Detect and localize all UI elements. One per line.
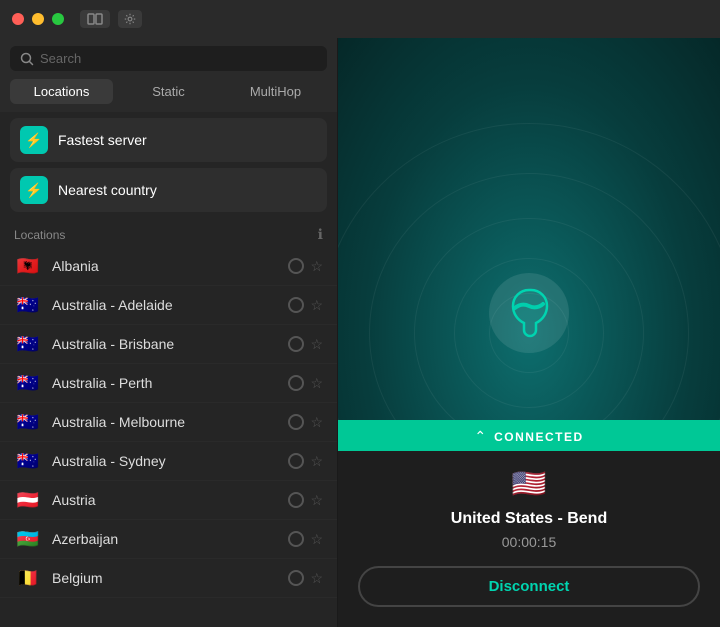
sidebar: Locations Static MultiHop ⚡ Fastest serv… <box>0 38 338 627</box>
favorite-star[interactable]: ☆ <box>310 492 323 509</box>
tab-locations[interactable]: Locations <box>10 79 113 104</box>
logo-background <box>489 273 569 353</box>
location-list: 🇦🇱 Albania ☆ 🇦🇺 Australia - Adelaide ☆ 🇦… <box>0 247 337 627</box>
select-radio[interactable] <box>288 414 304 430</box>
flag-au-brisbane: 🇦🇺 <box>14 334 42 354</box>
select-radio[interactable] <box>288 258 304 274</box>
location-name: Australia - Melbourne <box>52 414 278 430</box>
search-icon <box>20 52 34 66</box>
favorite-star[interactable]: ☆ <box>310 531 323 548</box>
list-item[interactable]: 🇦🇿 Azerbaijan ☆ <box>0 520 337 559</box>
favorite-star[interactable]: ☆ <box>310 453 323 470</box>
location-actions: ☆ <box>288 336 323 353</box>
titlebar <box>0 0 720 38</box>
location-name: Australia - Adelaide <box>52 297 278 313</box>
surfshark-logo-icon <box>507 286 551 340</box>
tab-static[interactable]: Static <box>117 79 220 104</box>
favorite-star[interactable]: ☆ <box>310 258 323 275</box>
tab-bar: Locations Static MultiHop <box>0 79 337 112</box>
location-name: Australia - Brisbane <box>52 336 278 352</box>
location-name: Albania <box>52 258 278 274</box>
select-radio[interactable] <box>288 453 304 469</box>
list-item[interactable]: 🇦🇺 Australia - Perth ☆ <box>0 364 337 403</box>
list-item[interactable]: 🇦🇱 Albania ☆ <box>0 247 337 286</box>
flag-azerbaijan: 🇦🇿 <box>14 529 42 549</box>
flag-albania: 🇦🇱 <box>14 256 42 276</box>
locations-section-label: Locations <box>14 228 65 242</box>
nearest-country-item[interactable]: ⚡ Nearest country <box>10 168 327 212</box>
location-actions: ☆ <box>288 492 323 509</box>
select-radio[interactable] <box>288 570 304 586</box>
status-card: 🇺🇸 United States - Bend 00:00:15 Disconn… <box>338 451 720 627</box>
flag-au-adelaide: 🇦🇺 <box>14 295 42 315</box>
fastest-server-label: Fastest server <box>58 132 147 148</box>
status-flag: 🇺🇸 <box>512 467 547 500</box>
location-name: Azerbaijan <box>52 531 278 547</box>
right-panel: ⌃ CONNECTED 🇺🇸 United States - Bend 00:0… <box>338 38 720 627</box>
disconnect-button[interactable]: Disconnect <box>358 566 700 607</box>
search-input-wrap[interactable] <box>10 46 327 71</box>
tab-multihop[interactable]: MultiHop <box>224 79 327 104</box>
select-radio[interactable] <box>288 375 304 391</box>
location-actions: ☆ <box>288 570 323 587</box>
locations-header: Locations ℹ <box>0 218 337 247</box>
connected-bar[interactable]: ⌃ CONNECTED <box>338 420 720 451</box>
favorite-star[interactable]: ☆ <box>310 336 323 353</box>
location-actions: ☆ <box>288 375 323 392</box>
app-logo <box>489 273 569 353</box>
bolt-icon: ⚡ <box>20 126 48 154</box>
window-size-button[interactable] <box>80 10 110 28</box>
list-item[interactable]: 🇦🇺 Australia - Sydney ☆ <box>0 442 337 481</box>
bolt-icon-2: ⚡ <box>20 176 48 204</box>
special-items: ⚡ Fastest server ⚡ Nearest country <box>0 112 337 218</box>
search-input[interactable] <box>40 51 317 66</box>
location-actions: ☆ <box>288 453 323 470</box>
minimize-button[interactable] <box>32 13 44 25</box>
list-item[interactable]: 🇦🇺 Australia - Brisbane ☆ <box>0 325 337 364</box>
status-timer: 00:00:15 <box>502 534 557 550</box>
fastest-server-item[interactable]: ⚡ Fastest server <box>10 118 327 162</box>
flag-austria: 🇦🇹 <box>14 490 42 510</box>
main-layout: Locations Static MultiHop ⚡ Fastest serv… <box>0 38 720 627</box>
location-name: Australia - Sydney <box>52 453 278 469</box>
favorite-star[interactable]: ☆ <box>310 297 323 314</box>
select-radio[interactable] <box>288 531 304 547</box>
favorite-star[interactable]: ☆ <box>310 375 323 392</box>
settings-button[interactable] <box>118 10 142 28</box>
select-radio[interactable] <box>288 492 304 508</box>
chevron-up-icon: ⌃ <box>474 428 486 445</box>
flag-au-sydney: 🇦🇺 <box>14 451 42 471</box>
list-item[interactable]: 🇦🇺 Australia - Adelaide ☆ <box>0 286 337 325</box>
connected-panel: ⌃ CONNECTED 🇺🇸 United States - Bend 00:0… <box>338 420 720 627</box>
flag-au-perth: 🇦🇺 <box>14 373 42 393</box>
flag-belgium: 🇧🇪 <box>14 568 42 588</box>
list-item[interactable]: 🇧🇪 Belgium ☆ <box>0 559 337 598</box>
select-radio[interactable] <box>288 336 304 352</box>
location-name: Austria <box>52 492 278 508</box>
list-item[interactable]: 🇦🇹 Austria ☆ <box>0 481 337 520</box>
connected-label: CONNECTED <box>494 430 584 444</box>
nearest-country-label: Nearest country <box>58 182 157 198</box>
maximize-button[interactable] <box>52 13 64 25</box>
location-name: Australia - Perth <box>52 375 278 391</box>
location-actions: ☆ <box>288 258 323 275</box>
select-radio[interactable] <box>288 297 304 313</box>
search-bar <box>0 38 337 79</box>
location-actions: ☆ <box>288 297 323 314</box>
info-icon[interactable]: ℹ <box>318 226 323 243</box>
favorite-star[interactable]: ☆ <box>310 414 323 431</box>
location-name: Belgium <box>52 570 278 586</box>
close-button[interactable] <box>12 13 24 25</box>
flag-au-melbourne: 🇦🇺 <box>14 412 42 432</box>
location-actions: ☆ <box>288 414 323 431</box>
list-item[interactable]: 🇦🇺 Australia - Melbourne ☆ <box>0 403 337 442</box>
status-location: United States - Bend <box>451 510 607 528</box>
location-actions: ☆ <box>288 531 323 548</box>
favorite-star[interactable]: ☆ <box>310 570 323 587</box>
